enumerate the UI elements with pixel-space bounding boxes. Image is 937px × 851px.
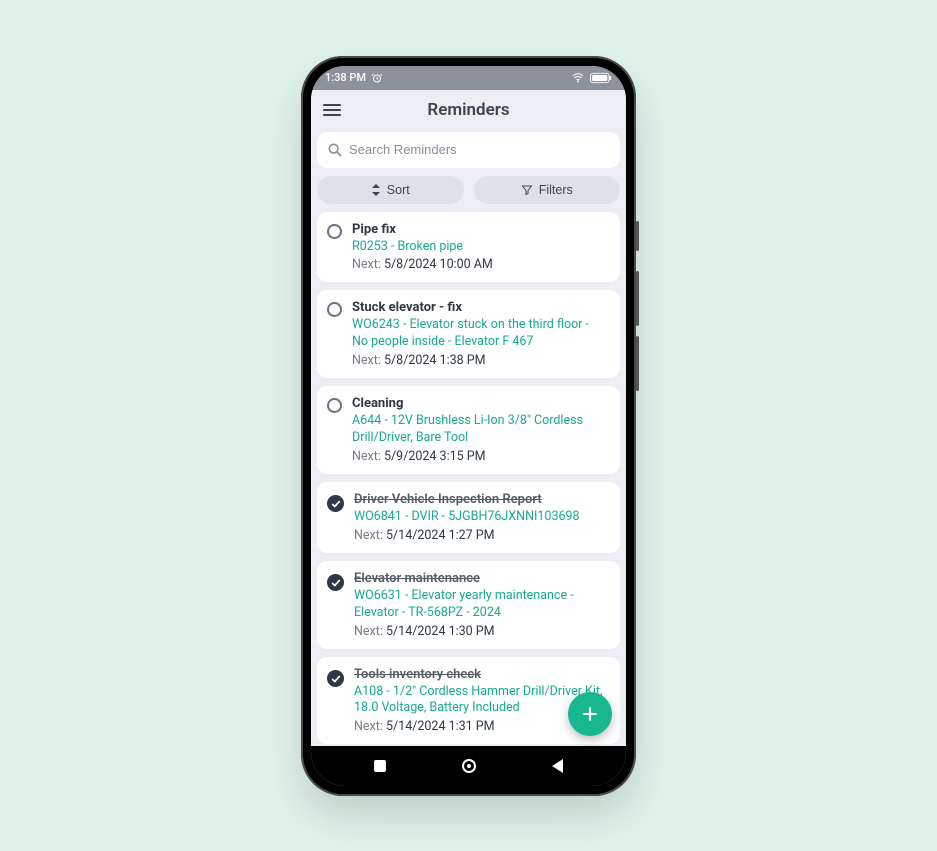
check-icon — [331, 499, 341, 509]
reminder-next: Next: 5/14/2024 1:27 PM — [354, 528, 608, 543]
system-nav-bar — [311, 746, 626, 786]
app-header: Reminders — [311, 90, 626, 130]
checkbox-unchecked[interactable] — [327, 302, 342, 317]
reminder-card[interactable]: Pipe fix R0253 - Broken pipeNext: 5/8/202… — [317, 212, 620, 283]
next-label: Next: — [352, 449, 381, 464]
checkbox-unchecked[interactable] — [327, 224, 342, 239]
reminder-link[interactable]: WO6243 - Elevator stuck on the third flo… — [352, 317, 608, 351]
phone-frame: 1:38 PM Reminders Sort — [301, 56, 636, 796]
next-label: Next: — [352, 353, 381, 368]
toolbar: Sort Filters — [317, 176, 620, 204]
side-button — [636, 221, 639, 251]
filters-button[interactable]: Filters — [474, 176, 621, 204]
add-reminder-button[interactable] — [568, 692, 612, 736]
menu-button[interactable] — [323, 104, 341, 116]
next-datetime: 5/14/2024 1:31 PM — [386, 719, 495, 734]
next-datetime: 5/8/2024 10:00 AM — [384, 257, 493, 272]
search-box[interactable] — [317, 132, 620, 168]
reminder-next: Next: 5/9/2024 3:15 PM — [352, 449, 608, 464]
check-icon — [331, 674, 341, 684]
search-icon — [327, 142, 343, 158]
content-area: Sort Filters Pipe fix R0253 - Broken pipe… — [311, 130, 626, 746]
filter-icon — [521, 184, 533, 196]
reminder-card[interactable]: Elevator maintenance WO6631 - Elevator ye… — [317, 561, 620, 649]
plus-icon — [580, 704, 600, 724]
side-button — [636, 271, 639, 326]
sort-button[interactable]: Sort — [317, 176, 464, 204]
next-label: Next: — [354, 719, 383, 734]
page-title: Reminders — [311, 100, 626, 120]
next-label: Next: — [354, 624, 383, 639]
filters-label: Filters — [539, 183, 573, 197]
reminder-title: Pipe fix — [352, 222, 608, 237]
nav-recent-button[interactable] — [360, 760, 400, 772]
reminder-next: Next: 5/8/2024 1:38 PM — [352, 353, 608, 368]
screen: 1:38 PM Reminders Sort — [311, 66, 626, 786]
search-input[interactable] — [349, 142, 610, 157]
reminder-title: Elevator maintenance — [354, 571, 608, 586]
reminder-next: Next: 5/8/2024 10:00 AM — [352, 257, 608, 272]
reminder-card[interactable]: Cleaning A644 - 12V Brushless Li-Ion 3/8"… — [317, 386, 620, 474]
checkbox-checked[interactable] — [327, 670, 344, 687]
reminder-link[interactable]: R0253 - Broken pipe — [352, 239, 608, 256]
next-label: Next: — [354, 528, 383, 543]
reminder-title: Tools inventory check — [354, 667, 608, 682]
sort-icon — [371, 184, 381, 196]
reminder-link[interactable]: WO6631 - Elevator yearly maintenance - E… — [354, 588, 608, 622]
reminder-title: Stuck elevator - fix — [352, 300, 608, 315]
status-time: 1:38 PM — [325, 71, 366, 84]
sort-label: Sort — [387, 183, 410, 197]
reminder-link[interactable]: A644 - 12V Brushless Li-Ion 3/8" Cordles… — [352, 413, 608, 447]
battery-icon — [590, 72, 612, 84]
side-button — [636, 336, 639, 391]
nav-home-button[interactable] — [449, 759, 489, 773]
wifi-icon — [571, 72, 585, 84]
next-datetime: 5/8/2024 1:38 PM — [384, 353, 486, 368]
reminder-card[interactable]: Driver Vehicle Inspection Report WO6841 -… — [317, 482, 620, 553]
check-icon — [331, 578, 341, 588]
reminder-title: Driver Vehicle Inspection Report — [354, 492, 608, 507]
checkbox-checked[interactable] — [327, 495, 344, 512]
reminders-list[interactable]: Pipe fixR0253 - Broken pipeNext: 5/8/202… — [317, 212, 620, 746]
next-datetime: 5/14/2024 1:30 PM — [386, 624, 495, 639]
next-datetime: 5/14/2024 1:27 PM — [386, 528, 495, 543]
next-datetime: 5/9/2024 3:15 PM — [384, 449, 486, 464]
reminder-link[interactable]: WO6841 - DVIR - 5JGBH76JXNNI103698 — [354, 509, 608, 526]
alarm-icon — [371, 72, 383, 84]
next-label: Next: — [352, 257, 381, 272]
checkbox-unchecked[interactable] — [327, 398, 342, 413]
reminder-next: Next: 5/14/2024 1:30 PM — [354, 624, 608, 639]
reminder-title: Cleaning — [352, 396, 608, 411]
status-bar: 1:38 PM — [311, 66, 626, 90]
reminder-card[interactable]: Stuck elevator - fix WO6243 - Elevator st… — [317, 290, 620, 378]
nav-back-button[interactable] — [537, 759, 577, 773]
checkbox-checked[interactable] — [327, 574, 344, 591]
